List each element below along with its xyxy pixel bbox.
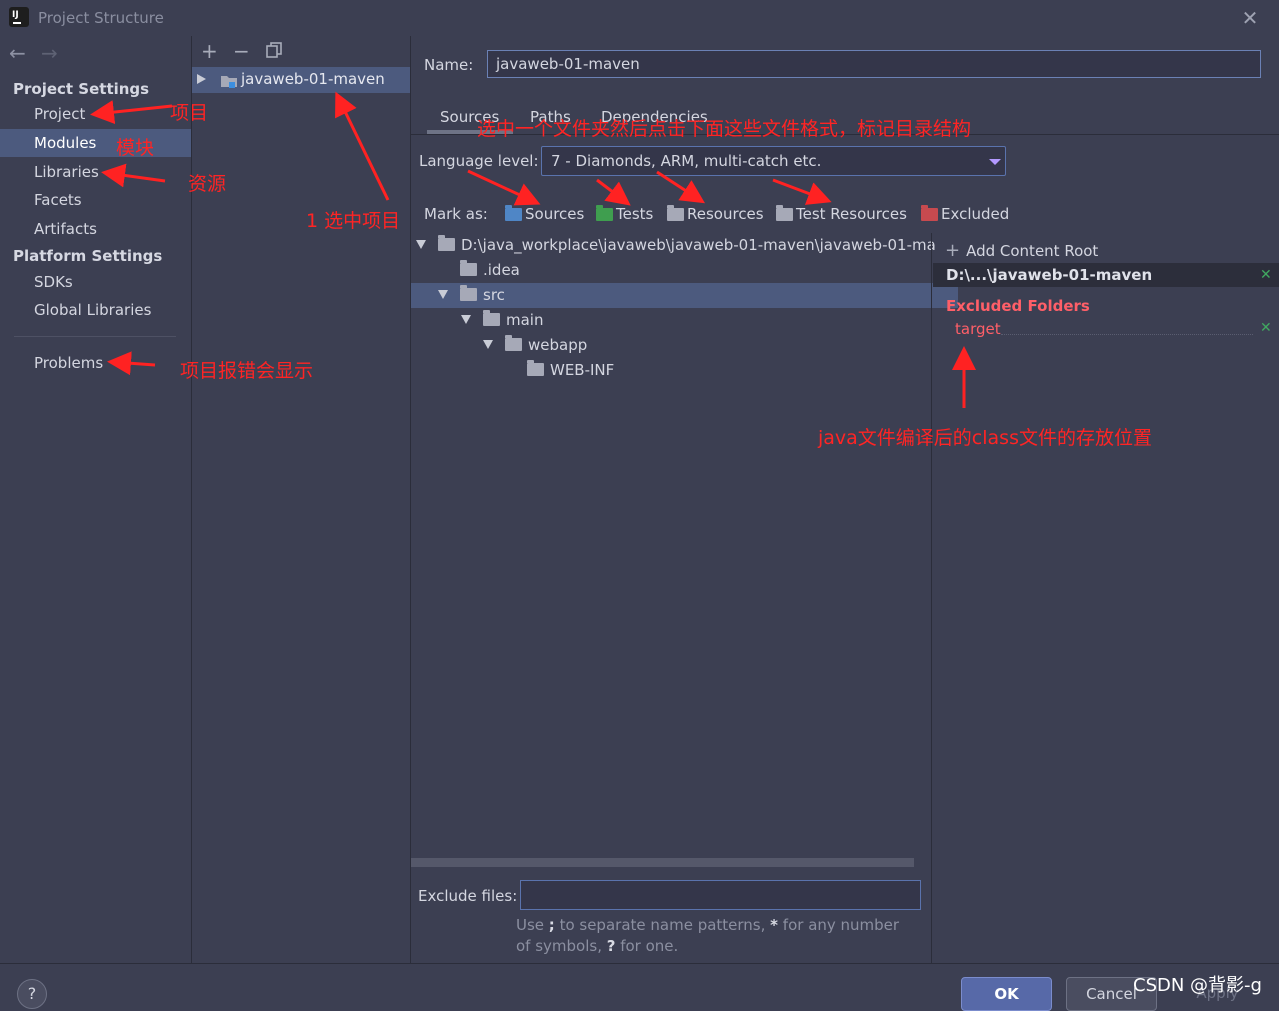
platform-settings-heading: Platform Settings (13, 247, 163, 265)
tests-folder-icon (596, 205, 613, 221)
folder-icon (460, 260, 477, 276)
add-module-icon[interactable]: + (201, 39, 218, 63)
add-content-root-button[interactable]: + Add Content Root (945, 240, 1098, 261)
content-roots-panel: + Add Content Root D:\...\javaweb-01-mave… (933, 233, 1279, 963)
mark-as-excluded-label: Excluded (941, 205, 1010, 223)
excluded-folders-heading: Excluded Folders (946, 297, 1090, 315)
nav-item-problems[interactable]: Problems (0, 349, 191, 377)
sources-folder-icon (505, 205, 522, 221)
annotation-modules: 模块 (116, 137, 155, 159)
excluded-folder-target[interactable]: target (955, 320, 1001, 338)
nav-item-artifacts[interactable]: Artifacts (0, 215, 191, 243)
module-name: javaweb-01-maven (241, 70, 385, 88)
collapse-arrow-icon[interactable] (416, 240, 426, 249)
nav-item-facets[interactable]: Facets (0, 186, 191, 214)
annotation-target-hint: java文件编译后的class文件的存放位置 (818, 427, 1152, 449)
window-title: Project Structure (38, 9, 164, 27)
watermark: CSDN @背影-g (1133, 975, 1262, 996)
module-row-javaweb-01-maven[interactable]: javaweb-01-maven (192, 67, 410, 93)
mark-as-excluded-button[interactable]: Excluded (921, 205, 1009, 223)
dialog-button-bar: ? OK Cancel Apply (0, 963, 1279, 1011)
copy-icon[interactable] (266, 42, 282, 58)
mark-as-test-resources-button[interactable]: Test Resources (776, 205, 907, 223)
name-label: Name: (424, 56, 474, 74)
mark-as-tests-label: Tests (616, 205, 654, 223)
mark-as-sources-label: Sources (525, 205, 585, 223)
arrow-right-icon[interactable]: → (41, 41, 58, 65)
hint-part: for one. (615, 937, 679, 955)
settings-nav: ← → Project Settings Project Modules Lib… (0, 36, 192, 963)
nav-item-global-libraries[interactable]: Global Libraries (0, 296, 191, 324)
tree-label-src: src (483, 286, 505, 304)
annotation-project: 项目 (170, 102, 209, 124)
folder-icon (527, 360, 544, 376)
exclude-files-field[interactable] (520, 880, 921, 910)
tree-row-main[interactable]: main (411, 308, 981, 333)
module-editor: Name: javaweb-01-maven Sources Paths Dep… (411, 36, 1279, 963)
tree-label-main: main (506, 311, 544, 329)
exclude-files-hint: Use ; to separate name patterns, * for a… (516, 915, 916, 957)
hint-part: to separate name patterns, (554, 916, 771, 934)
title-bar: IJ Project Structure ✕ (0, 0, 1279, 36)
nav-item-modules[interactable]: Modules (0, 129, 191, 157)
mark-as-tests-button[interactable]: Tests (596, 205, 653, 223)
horizontal-scrollbar[interactable] (411, 858, 914, 867)
tree-row-src[interactable]: src (411, 283, 958, 308)
dotted-leader (1001, 334, 1253, 335)
folder-icon (505, 335, 522, 351)
tree-label-web-inf: WEB-INF (550, 361, 615, 379)
source-tree: D:\java_workplace\javaweb\javaweb-01-mav… (411, 233, 958, 853)
ok-button[interactable]: OK (961, 977, 1052, 1011)
chevron-down-icon[interactable] (989, 159, 1001, 165)
collapse-arrow-icon[interactable] (483, 340, 493, 349)
tree-row-root[interactable]: D:\java_workplace\javaweb\javaweb-01-mav… (411, 233, 936, 258)
mark-as-resources-button[interactable]: Resources (667, 205, 764, 223)
nav-item-sdks[interactable]: SDKs (0, 268, 191, 296)
exclude-files-label: Exclude files: (418, 887, 518, 905)
resources-folder-icon (667, 205, 684, 221)
excluded-folder-icon (921, 205, 938, 221)
remove-root-icon[interactable]: ✕ (1260, 263, 1272, 287)
content-root-path[interactable]: D:\...\javaweb-01-maven ✕ (933, 263, 1279, 287)
tree-row-webapp[interactable]: webapp (411, 333, 1003, 358)
add-content-root-label: Add Content Root (966, 242, 1099, 260)
tree-label-root: D:\java_workplace\javaweb\javaweb-01-mav… (461, 236, 936, 254)
arrow-left-icon[interactable]: ← (9, 41, 26, 65)
expand-arrow-icon[interactable] (197, 74, 206, 84)
nav-item-libraries[interactable]: Libraries (0, 158, 191, 186)
annotation-mark-hint: 选中一个文件夹然后点击下面这些文件格式，标记目录结构 (477, 118, 972, 140)
folder-icon (460, 285, 477, 301)
tree-row-idea[interactable]: .idea (411, 258, 980, 283)
intellij-app-icon: IJ (9, 7, 29, 27)
tree-label-idea: .idea (483, 261, 520, 279)
collapse-arrow-icon[interactable] (438, 290, 448, 299)
mark-as-test-resources-label: Test Resources (796, 205, 907, 223)
test-resources-folder-icon (776, 205, 793, 221)
remove-module-icon[interactable]: − (233, 39, 250, 63)
mark-as-sources-button[interactable]: Sources (505, 205, 584, 223)
language-level-label: Language level: (419, 152, 539, 170)
mark-as-label: Mark as: (424, 205, 488, 223)
collapse-arrow-icon[interactable] (461, 315, 471, 324)
nav-divider (14, 336, 176, 337)
panel-divider[interactable] (931, 233, 932, 963)
content-root-label: D:\...\javaweb-01-maven (946, 266, 1153, 284)
folder-icon (483, 310, 500, 326)
project-settings-heading: Project Settings (13, 80, 150, 98)
folder-icon (438, 235, 455, 251)
annotation-select-project: 1 选中项目 (306, 210, 401, 232)
close-icon[interactable]: ✕ (1240, 8, 1260, 28)
mark-as-resources-label: Resources (687, 205, 764, 223)
module-name-field[interactable]: javaweb-01-maven (487, 50, 1261, 78)
hint-token: * (770, 916, 779, 934)
remove-excluded-icon[interactable]: ✕ (1260, 320, 1272, 336)
annotation-libraries: 资源 (188, 173, 227, 195)
hint-part: Use (516, 916, 549, 934)
tree-label-webapp: webapp (528, 336, 588, 354)
module-folder-icon (220, 73, 238, 89)
language-level-select[interactable]: 7 - Diamonds, ARM, multi-catch etc. (541, 146, 1006, 176)
plus-icon: + (945, 240, 961, 261)
nav-item-project[interactable]: Project (0, 100, 191, 128)
annotation-problems: 项目报错会显示 (180, 360, 314, 382)
